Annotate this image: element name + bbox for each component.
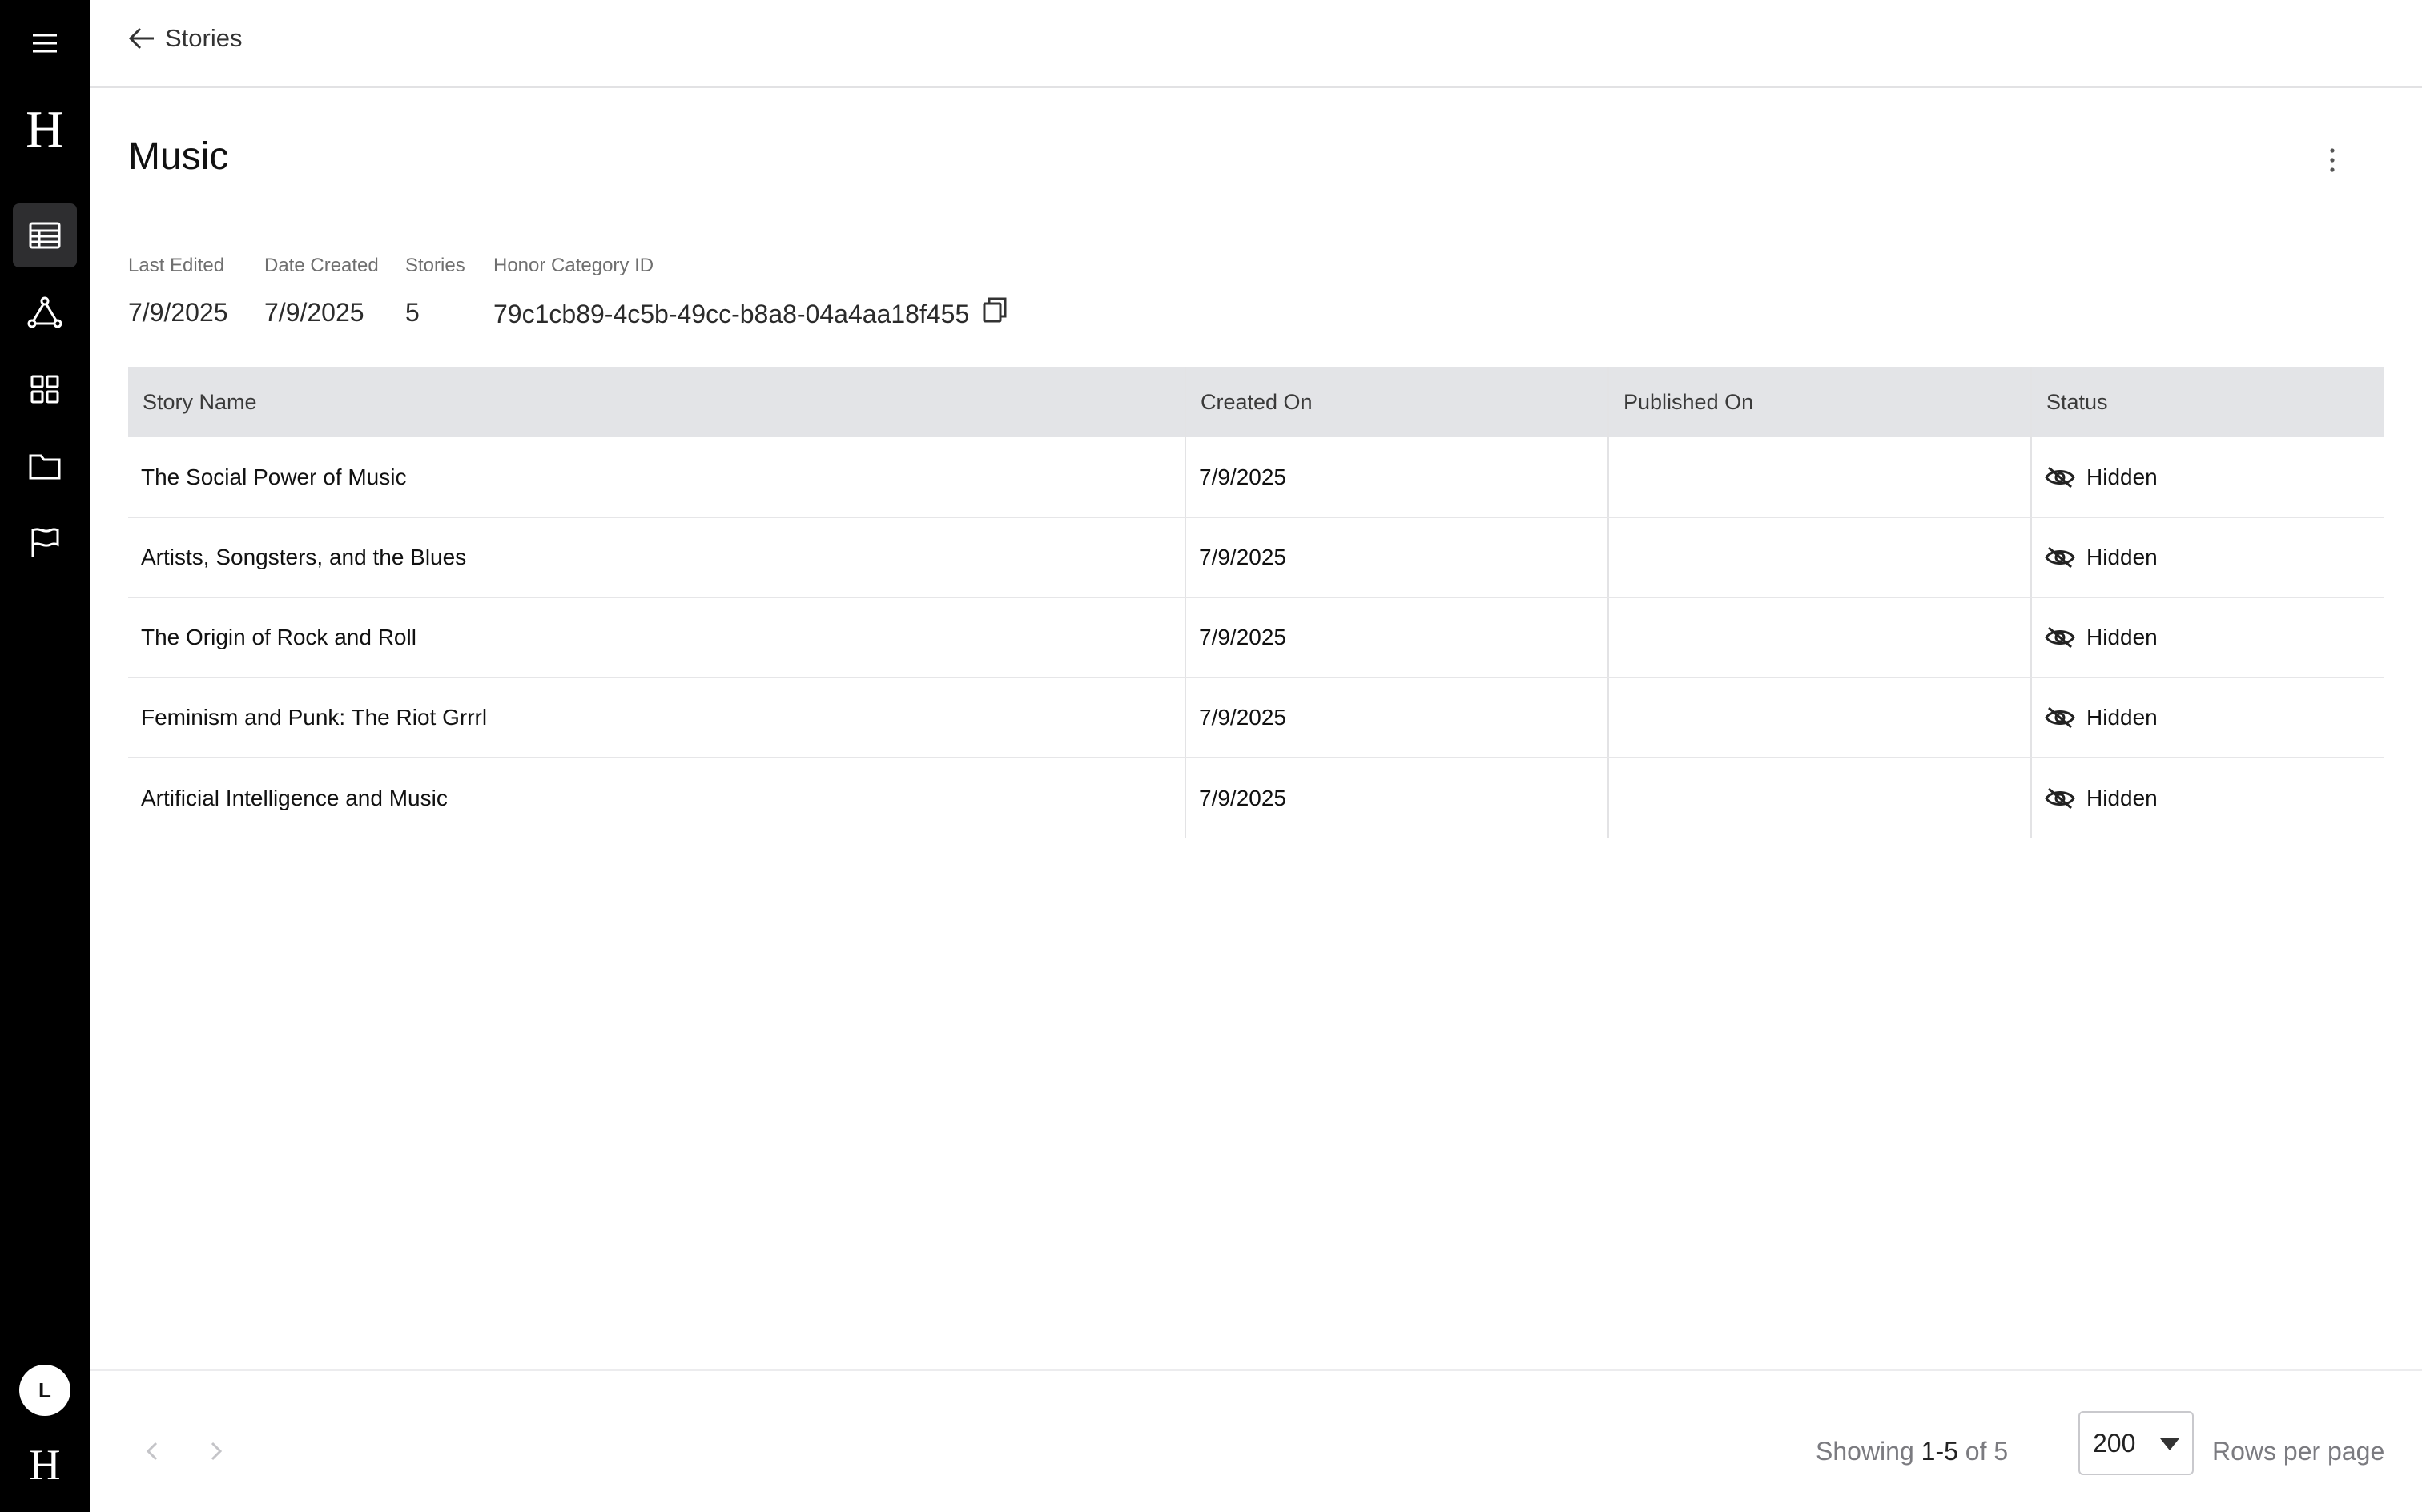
page-title: Music bbox=[128, 135, 229, 178]
stories-table: Story Name Created On Published On Statu… bbox=[128, 367, 2384, 838]
category-id-value: 79c1cb89-4c5b-49cc-b8a8-04a4aa18f455 bbox=[493, 299, 970, 328]
eye-off-icon bbox=[2045, 787, 2075, 809]
date-created-label: Date Created bbox=[264, 255, 379, 276]
status-label: Hidden bbox=[2086, 705, 2158, 730]
status-label: Hidden bbox=[2086, 545, 2158, 569]
pagination-footer: Showing 1-5 of 5 200 Rows per page bbox=[90, 1369, 2422, 1512]
meta-date-created: Date Created 7/9/2025 bbox=[264, 253, 379, 328]
meta-category-id: Honor Category ID 79c1cb89-4c5b-49cc-b8a… bbox=[493, 253, 1008, 331]
story-name-cell[interactable]: Artists, Songsters, and the Blues bbox=[128, 517, 1185, 598]
rows-per-page-label: Rows per page bbox=[2212, 1437, 2385, 1466]
stories-count-label: Stories bbox=[405, 255, 465, 276]
back-link-label: Stories bbox=[165, 24, 243, 52]
story-name-cell[interactable]: Feminism and Punk: The Riot Grrrl bbox=[128, 678, 1185, 758]
eye-off-icon bbox=[2045, 466, 2075, 488]
sidebar-item-grid[interactable] bbox=[13, 357, 77, 421]
status-cell: Hidden bbox=[2030, 437, 2384, 518]
caret-down-icon bbox=[2160, 1438, 2179, 1450]
copy-icon[interactable] bbox=[982, 296, 1008, 331]
eye-off-icon bbox=[2045, 626, 2075, 649]
chevron-left-icon bbox=[146, 1442, 158, 1461]
column-header-story-name[interactable]: Story Name bbox=[128, 367, 1185, 437]
table-row[interactable]: Artists, Songsters, and the Blues 7/9/20… bbox=[128, 517, 2384, 598]
showing-total: 5 bbox=[1994, 1437, 2009, 1466]
eye-off-icon bbox=[2045, 706, 2075, 729]
rows-per-page-value: 200 bbox=[2093, 1428, 2136, 1458]
category-id-row: 79c1cb89-4c5b-49cc-b8a8-04a4aa18f455 bbox=[493, 296, 1008, 331]
table-row[interactable]: Feminism and Punk: The Riot Grrrl 7/9/20… bbox=[128, 678, 2384, 758]
vertical-dots-icon bbox=[2330, 148, 2335, 172]
grid-icon bbox=[30, 375, 59, 404]
status-cell: Hidden bbox=[2030, 758, 2384, 838]
status-label: Hidden bbox=[2086, 625, 2158, 649]
status-label: Hidden bbox=[2086, 785, 2158, 810]
top-bar: Stories bbox=[90, 0, 2422, 88]
story-name-cell[interactable]: The Social Power of Music bbox=[128, 437, 1185, 518]
table-row[interactable]: The Social Power of Music 7/9/2025 Hidde… bbox=[128, 437, 2384, 518]
showing-range: 1-5 bbox=[1921, 1437, 1958, 1466]
created-on-cell: 7/9/2025 bbox=[1185, 758, 1608, 838]
eye-off-icon bbox=[2045, 546, 2075, 569]
published-on-cell bbox=[1607, 758, 2031, 838]
sidebar-item-folder[interactable] bbox=[13, 434, 77, 498]
user-avatar[interactable]: L bbox=[19, 1365, 70, 1416]
table-header-row: Story Name Created On Published On Statu… bbox=[128, 367, 2384, 437]
sidebar-item-table[interactable] bbox=[13, 203, 77, 267]
stories-count-value: 5 bbox=[405, 298, 420, 327]
status-cell: Hidden bbox=[2030, 597, 2384, 678]
table-row[interactable]: Artificial Intelligence and Music 7/9/20… bbox=[128, 758, 2384, 838]
flag-icon bbox=[31, 528, 59, 557]
sidebar-item-network[interactable] bbox=[13, 280, 77, 344]
hamburger-menu-icon[interactable] bbox=[13, 11, 77, 75]
folder-icon bbox=[29, 454, 61, 480]
arrow-left-icon bbox=[128, 27, 154, 50]
table-row[interactable]: The Origin of Rock and Roll 7/9/2025 Hid… bbox=[128, 597, 2384, 678]
last-edited-value: 7/9/2025 bbox=[128, 298, 228, 327]
status-label: Hidden bbox=[2086, 464, 2158, 489]
previous-page-button[interactable] bbox=[138, 1437, 167, 1466]
last-edited-label: Last Edited bbox=[128, 255, 225, 276]
story-name-cell[interactable]: The Origin of Rock and Roll bbox=[128, 597, 1185, 678]
date-created-value: 7/9/2025 bbox=[264, 298, 364, 327]
published-on-cell bbox=[1607, 517, 2031, 598]
created-on-cell: 7/9/2025 bbox=[1185, 597, 1608, 678]
sidebar-item-flag[interactable] bbox=[13, 511, 77, 575]
status-cell: Hidden bbox=[2030, 678, 2384, 758]
bottom-logo: H bbox=[29, 1441, 61, 1489]
story-name-cell[interactable]: Artificial Intelligence and Music bbox=[128, 758, 1185, 838]
table-icon bbox=[29, 222, 61, 249]
created-on-cell: 7/9/2025 bbox=[1185, 437, 1608, 518]
published-on-cell bbox=[1607, 437, 2031, 518]
more-options-button[interactable] bbox=[2313, 141, 2352, 179]
app-logo[interactable]: H bbox=[0, 99, 90, 160]
status-cell: Hidden bbox=[2030, 517, 2384, 598]
chevron-right-icon bbox=[211, 1442, 223, 1461]
next-page-button[interactable] bbox=[202, 1437, 231, 1466]
column-header-published-on[interactable]: Published On bbox=[1607, 367, 2031, 437]
showing-of: of bbox=[1965, 1437, 1987, 1466]
meta-last-edited: Last Edited 7/9/2025 bbox=[128, 253, 228, 328]
column-header-created-on[interactable]: Created On bbox=[1185, 367, 1608, 437]
back-to-stories-link[interactable]: Stories bbox=[128, 24, 242, 53]
created-on-cell: 7/9/2025 bbox=[1185, 517, 1608, 598]
showing-count: Showing 1-5 of 5 bbox=[1816, 1427, 2008, 1475]
published-on-cell bbox=[1607, 678, 2031, 758]
network-icon bbox=[27, 296, 62, 328]
showing-prefix: Showing bbox=[1816, 1437, 1914, 1466]
meta-stories: Stories 5 bbox=[405, 253, 465, 328]
rows-per-page-select[interactable]: 200 bbox=[2078, 1411, 2194, 1475]
published-on-cell bbox=[1607, 597, 2031, 678]
sidebar: H L H bbox=[0, 0, 90, 1512]
column-header-status[interactable]: Status bbox=[2030, 367, 2384, 437]
created-on-cell: 7/9/2025 bbox=[1185, 678, 1608, 758]
category-id-label: Honor Category ID bbox=[493, 255, 654, 276]
